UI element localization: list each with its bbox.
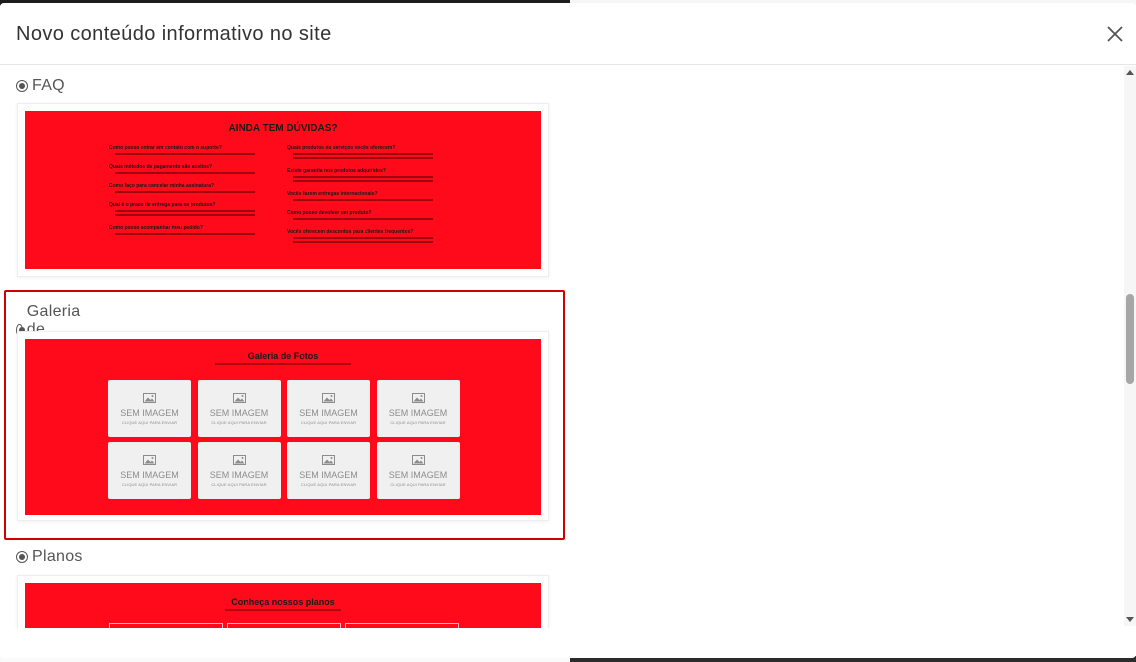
faq-preview-title: AINDA TEM DÚVIDAS? xyxy=(228,123,338,134)
image-placeholder-icon xyxy=(322,455,335,465)
faq-question: Quais produtos ou serviços vocês oferece… xyxy=(287,145,396,151)
tile-sub-text: CLIQUE AQUI PARA ENVIAR xyxy=(300,482,357,487)
template-card-planos[interactable]: Conheça nossos planos xyxy=(17,575,549,628)
gallery-tile: SEM IMAGEM CLIQUE AQUI PARA ENVIAR xyxy=(287,380,370,437)
faq-answer-line xyxy=(115,233,255,235)
modal-title: Novo conteúdo informativo no site xyxy=(16,23,332,45)
plan-card xyxy=(345,623,459,628)
faq-column-left: Como posso entrar em contato com o supor… xyxy=(109,145,284,244)
radio-icon[interactable] xyxy=(16,80,28,92)
faq-preview: AINDA TEM DÚVIDAS? Como posso entrar em … xyxy=(25,111,541,269)
faq-question: Quais métodos de pagamento são aceitos? xyxy=(109,164,213,170)
gallery-tile: SEM IMAGEM CLIQUE AQUI PARA ENVIAR xyxy=(197,442,281,499)
image-placeholder-icon xyxy=(143,393,156,403)
radio-icon[interactable] xyxy=(16,551,28,563)
image-placeholder-icon xyxy=(143,455,156,465)
faq-answer-line xyxy=(115,191,255,193)
gallery-tile: SEM IMAGEM CLIQUE AQUI PARA ENVIAR xyxy=(197,380,281,437)
modal-header: Novo conteúdo informativo no site xyxy=(0,3,1136,65)
plans-preview-title: Conheça nossos planos xyxy=(231,597,335,607)
modal-dialog: Novo conteúdo informativo no site FAQ AI… xyxy=(0,3,1136,658)
gallery-tile: SEM IMAGEM CLIQUE AQUI PARA ENVIAR xyxy=(287,442,370,499)
tile-sub-text: CLIQUE AQUI PARA ENVIAR xyxy=(300,420,357,425)
image-placeholder-icon xyxy=(232,455,246,465)
faq-question: Existe garantia nos produtos adquiridos? xyxy=(287,168,386,174)
faq-answer-line xyxy=(293,153,433,155)
section-title: Planos xyxy=(32,548,83,565)
tile-sub-text: CLIQUE AQUI PARA ENVIAR xyxy=(390,420,446,425)
gallery-tile: SEM IMAGEM CLIQUE AQUI PARA ENVIAR xyxy=(108,380,191,437)
gallery-preview-subtitle-line xyxy=(215,363,351,365)
tile-sub-text: CLIQUE AQUI PARA ENVIAR xyxy=(121,420,178,425)
tile-sub-text: CLIQUE AQUI PARA ENVIAR xyxy=(121,482,178,487)
faq-question: Como posso acompanhar meu pedido? xyxy=(109,225,203,231)
scrollbar[interactable] xyxy=(1124,66,1136,626)
plans-preview-subtitle-line xyxy=(225,609,341,611)
faq-answer-line xyxy=(293,237,433,239)
tile-main-text: SEM IMAGEM xyxy=(209,470,269,480)
faq-question: Vocês fazem entregas internacionais? xyxy=(287,191,378,197)
section-title: FAQ xyxy=(32,77,65,94)
template-card-faq[interactable]: AINDA TEM DÚVIDAS? Como posso entrar em … xyxy=(17,103,549,277)
faq-answer-line xyxy=(293,199,433,201)
faq-question: Como posso entrar em contato com o supor… xyxy=(109,145,222,151)
tile-main-text: SEM IMAGEM xyxy=(388,470,448,480)
scroll-up-icon[interactable] xyxy=(1126,70,1134,75)
plan-card xyxy=(109,623,223,628)
image-placeholder-icon xyxy=(411,455,425,465)
faq-answer-line xyxy=(115,172,255,174)
template-card-galeria[interactable]: Galeria de Fotos SEM IMAGEM CLIQUE AQUI P… xyxy=(17,331,549,521)
tile-sub-text: CLIQUE AQUI PARA ENVIAR xyxy=(211,482,267,487)
image-placeholder-icon xyxy=(322,393,335,403)
gallery-tile: SEM IMAGEM CLIQUE AQUI PARA ENVIAR xyxy=(108,442,191,499)
image-placeholder-icon xyxy=(411,393,425,403)
gallery-preview: Galeria de Fotos SEM IMAGEM CLIQUE AQUI P… xyxy=(25,339,541,515)
section-label-faq[interactable]: FAQ xyxy=(16,77,65,95)
gallery-tile: SEM IMAGEM CLIQUE AQUI PARA ENVIAR xyxy=(376,380,460,437)
plan-card xyxy=(227,623,341,628)
faq-answer-line xyxy=(115,210,255,212)
tile-sub-text: CLIQUE AQUI PARA ENVIAR xyxy=(390,482,446,487)
section-label-planos[interactable]: Planos xyxy=(16,548,83,566)
faq-answer-line xyxy=(293,176,433,178)
tile-main-text: SEM IMAGEM xyxy=(209,408,269,418)
plans-preview: Conheça nossos planos xyxy=(25,583,541,628)
gallery-preview-title: Galeria de Fotos xyxy=(247,351,319,361)
modal-body: FAQ AINDA TEM DÚVIDAS? Como posso entrar… xyxy=(0,66,1124,628)
faq-question: Vocês oferecem descontos para clientes f… xyxy=(287,229,414,235)
faq-question: Qual é o prazo de entrega para os produt… xyxy=(109,202,216,208)
tile-main-text: SEM IMAGEM xyxy=(120,408,179,418)
faq-answer-line xyxy=(115,153,255,155)
image-placeholder-icon xyxy=(232,393,246,403)
tile-sub-text: CLIQUE AQUI PARA ENVIAR xyxy=(211,420,267,425)
faq-question: Como posso devolver um produto? xyxy=(287,210,372,216)
close-icon[interactable] xyxy=(1106,25,1124,43)
tile-main-text: SEM IMAGEM xyxy=(120,470,179,480)
scrollbar-thumb[interactable] xyxy=(1126,294,1134,384)
faq-question: Como faço para cancelar minha assinatura… xyxy=(109,183,215,189)
gallery-tile: SEM IMAGEM CLIQUE AQUI PARA ENVIAR xyxy=(376,442,460,499)
tile-main-text: SEM IMAGEM xyxy=(299,470,358,480)
faq-column-right: Quais produtos ou serviços vocês oferece… xyxy=(287,145,462,252)
faq-answer-line xyxy=(293,218,433,220)
tile-main-text: SEM IMAGEM xyxy=(388,408,448,418)
tile-main-text: SEM IMAGEM xyxy=(299,408,358,418)
scroll-down-icon[interactable] xyxy=(1126,617,1134,622)
